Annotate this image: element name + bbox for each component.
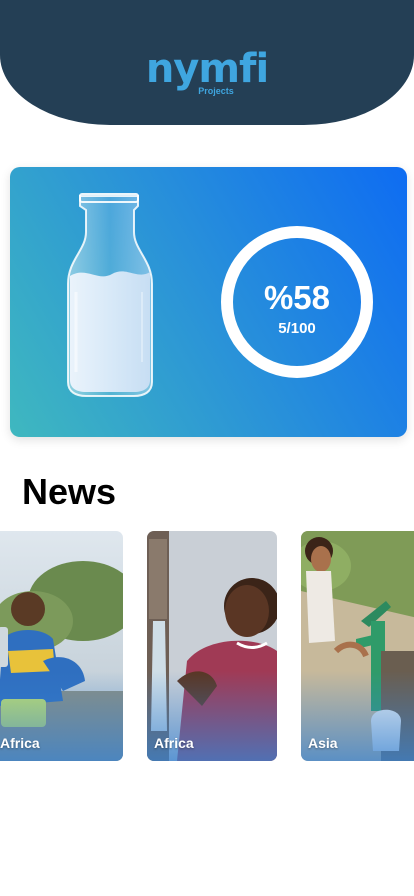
- progress-count: 5/100: [278, 320, 316, 337]
- news-card[interactable]: Asia: [301, 531, 414, 761]
- news-region-label: Africa: [154, 735, 194, 751]
- news-carousel[interactable]: Africa Africa Asia: [0, 531, 414, 763]
- news-heading: News: [22, 471, 117, 512]
- news-region-label: Asia: [308, 735, 338, 751]
- milk-bottle-icon: [67, 193, 153, 397]
- news-card[interactable]: Africa: [147, 531, 277, 761]
- news-region-label: Africa: [0, 735, 40, 751]
- water-progress-card[interactable]: %58 5/100: [10, 167, 407, 437]
- header-banner: nymfi Projects: [0, 0, 414, 125]
- progress-percent: %58: [263, 279, 331, 316]
- logo-wordmark: nymfi: [145, 46, 269, 92]
- progress-ring: %58 5/100: [220, 225, 374, 379]
- brand-logo[interactable]: nymfi Projects: [0, 46, 414, 96]
- news-card[interactable]: Africa: [0, 531, 123, 761]
- logo-subtitle: Projects: [198, 86, 234, 96]
